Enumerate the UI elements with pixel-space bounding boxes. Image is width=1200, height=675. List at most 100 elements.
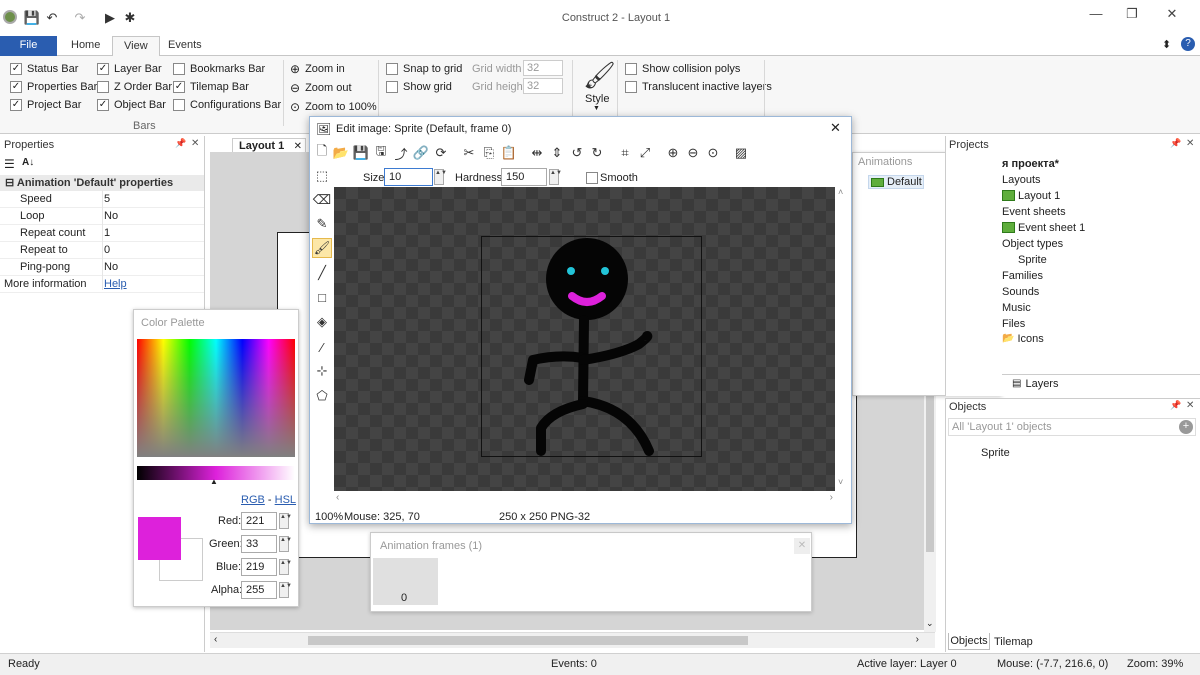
style-dropdown-icon[interactable]: ▼ (593, 105, 600, 112)
tab-file[interactable]: File (0, 36, 57, 56)
color-picker-tool-icon[interactable]: ⁄ (312, 337, 332, 357)
translucent-layers-checkbox[interactable]: Translucent inactive layers (625, 79, 772, 95)
scroll-right-icon[interactable]: › (830, 492, 833, 503)
close-properties-icon[interactable]: ✕ (191, 138, 199, 149)
frame-thumbnail[interactable]: 0 (373, 558, 438, 605)
zoom-in-button[interactable]: ⊕ Zoom in (290, 61, 345, 77)
tab-tilemap[interactable]: Tilemap (994, 634, 1033, 650)
primary-color-swatch[interactable] (138, 517, 181, 560)
brush-tool-icon[interactable]: 🖌 (312, 238, 332, 258)
zoom-out-button[interactable]: ⊖ Zoom out (290, 80, 352, 96)
red-input[interactable]: 221 (241, 512, 277, 530)
style-brush-icon[interactable]: 🖌 (583, 60, 616, 91)
brush-size-spinner[interactable]: ▲▼ (434, 169, 447, 185)
objects-filter[interactable]: All 'Layout 1' objects + (948, 418, 1196, 436)
rectangle-tool-icon[interactable]: □ (312, 287, 332, 307)
slider-pointer-icon[interactable]: ▲ (210, 477, 218, 486)
canvas-hscrollbar[interactable]: ‹ › (334, 492, 835, 506)
close-frames-icon[interactable]: ✕ (794, 538, 810, 554)
close-editor-button[interactable]: ✕ (830, 120, 841, 136)
sprite-image[interactable] (481, 236, 702, 457)
canvas-vscrollbar[interactable]: ˄ ˅ (836, 187, 849, 491)
hsl-link[interactable]: HSL (275, 494, 296, 506)
style-button-label[interactable]: Style (585, 93, 609, 105)
scroll-left-icon[interactable]: ‹ (214, 634, 217, 645)
tree-object-types[interactable]: Object types (1002, 238, 1063, 250)
rotate-ccw-icon[interactable]: ↺ (568, 144, 586, 162)
pin-icon[interactable]: 📌 (1170, 138, 1181, 149)
scroll-up-icon[interactable]: ˄ (838, 187, 843, 197)
open-icon[interactable]: 📂 (332, 144, 350, 162)
rotate-cw-icon[interactable]: ↻ (588, 144, 606, 162)
add-object-icon[interactable]: + (1179, 420, 1193, 434)
tab-view[interactable]: View (112, 36, 160, 57)
restore-button[interactable]: ❐ (1122, 6, 1142, 22)
toggle-background-icon[interactable]: ▨ (732, 144, 750, 162)
minimize-button[interactable]: — (1086, 6, 1106, 22)
tree-layouts[interactable]: Layouts (1002, 174, 1041, 186)
save-as-icon[interactable]: 🖫 (372, 143, 390, 162)
hardness-spinner[interactable]: ▲▼ (549, 169, 562, 185)
tree-music[interactable]: Music (1002, 302, 1031, 314)
zoom-in-icon[interactable]: ⊕ (664, 144, 682, 162)
hue-saturation-picker[interactable] (137, 339, 295, 457)
tab-objects[interactable]: Objects (948, 633, 990, 650)
snap-to-grid-checkbox[interactable]: Snap to grid (386, 61, 462, 77)
layer-bar-checkbox[interactable]: ✓ Layer Bar (97, 61, 162, 77)
line-tool-icon[interactable]: ╱ (312, 263, 332, 283)
blue-spinner[interactable]: ▲▼ (279, 559, 292, 575)
tree-icons[interactable]: 📂 Icons (1002, 333, 1044, 345)
help-link[interactable]: Help (100, 276, 127, 292)
eraser-tool-icon[interactable]: ⌫ (312, 190, 332, 210)
blue-input[interactable]: 219 (241, 558, 277, 576)
show-grid-checkbox[interactable]: Show grid (386, 79, 452, 95)
layers-tab[interactable]: ▤ Layers (1002, 374, 1200, 394)
pencil-tool-icon[interactable]: ✎ (312, 214, 332, 234)
ribbon-collapse-icon[interactable]: ⬍ (1162, 38, 1171, 51)
object-bar-checkbox[interactable]: ✓ Object Bar (97, 97, 166, 113)
cut-icon[interactable]: ✂ (460, 144, 478, 162)
flip-horizontal-icon[interactable]: ⇹ (528, 144, 546, 162)
layout-hscrollbar[interactable]: ‹ › (210, 632, 935, 648)
origin-tool-icon[interactable]: ⊹ (312, 361, 332, 381)
tree-event-sheets[interactable]: Event sheets (1002, 206, 1066, 218)
crop-icon[interactable]: ⌗ (616, 144, 634, 162)
scroll-right-icon[interactable]: › (916, 634, 919, 645)
smooth-checkbox[interactable]: Smooth (586, 170, 638, 186)
collision-poly-tool-icon[interactable]: ⬠ (312, 386, 332, 406)
brush-size-input[interactable]: 10 (384, 168, 433, 186)
alpha-input[interactable]: 255 (241, 581, 277, 599)
save-icon[interactable]: 💾 (352, 144, 370, 162)
scroll-thumb[interactable] (308, 636, 748, 645)
paste-icon[interactable]: 📋 (500, 144, 518, 162)
tree-families[interactable]: Families (1002, 270, 1043, 282)
properties-section-header[interactable]: ⊟ Animation 'Default' properties (0, 175, 204, 191)
green-input[interactable]: 33 (241, 535, 277, 553)
scroll-left-icon[interactable]: ‹ (336, 492, 339, 503)
tilemap-bar-checkbox[interactable]: ✓ Tilemap Bar (173, 79, 249, 95)
hardness-input[interactable]: 150 (501, 168, 547, 186)
flip-vertical-icon[interactable]: ⇕ (548, 144, 566, 162)
green-spinner[interactable]: ▲▼ (279, 536, 292, 552)
configurations-bar-checkbox[interactable]: Configurations Bar (173, 97, 281, 113)
grid-height-input[interactable]: 32 (523, 78, 563, 94)
grid-width-input[interactable]: 32 (523, 60, 563, 76)
scroll-down-icon[interactable]: ⌄ (926, 618, 934, 629)
select-tool-icon[interactable]: ⬚ (312, 166, 332, 186)
tree-files[interactable]: Files (1002, 318, 1025, 330)
resize-icon[interactable]: ⤢ (636, 144, 654, 162)
tree-sprite[interactable]: Sprite (1018, 254, 1047, 266)
sort-alpha-icon[interactable]: A↓ (22, 157, 34, 168)
show-collision-polys-checkbox[interactable]: Show collision polys (625, 61, 740, 77)
categorized-icon[interactable]: ☰ (4, 157, 15, 171)
bookmarks-bar-checkbox[interactable]: Bookmarks Bar (173, 61, 265, 77)
tree-event-sheet-1[interactable]: Event sheet 1 (1002, 222, 1085, 234)
close-window-button[interactable]: ✕ (1162, 6, 1182, 22)
close-projects-icon[interactable]: ✕ (1186, 138, 1194, 149)
tree-sounds[interactable]: Sounds (1002, 286, 1039, 298)
z-order-bar-checkbox[interactable]: Z Order Bar (97, 79, 172, 95)
alpha-spinner[interactable]: ▲▼ (279, 582, 292, 598)
animation-item-default[interactable]: Default (868, 175, 924, 189)
project-bar-checkbox[interactable]: ✓ Project Bar (10, 97, 81, 113)
zoom-reset-button[interactable]: ⊙ Zoom to 100% (290, 99, 377, 115)
